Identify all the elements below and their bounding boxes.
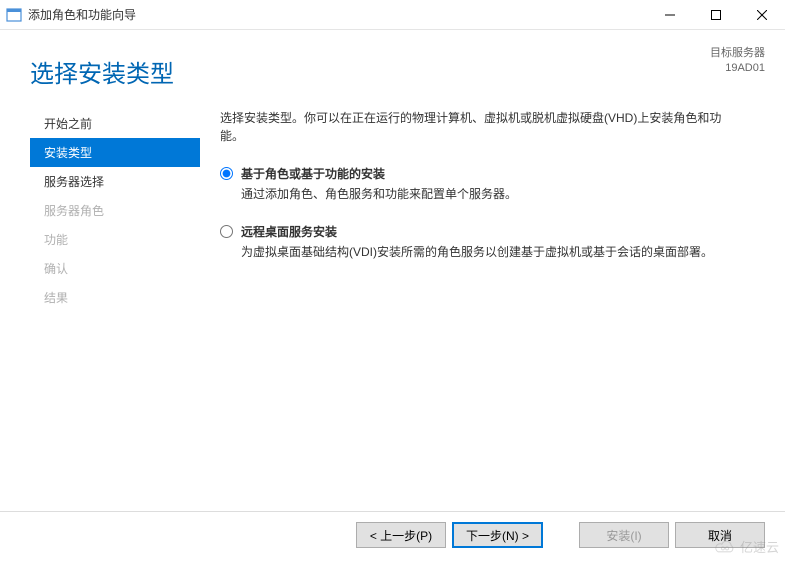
wizard-button-bar: < 上一步(P) 下一步(N) > 安装(I) 取消 <box>0 511 785 562</box>
window-title: 添加角色和功能向导 <box>28 6 647 23</box>
intro-text: 选择安装类型。你可以在正在运行的物理计算机、虚拟机或脱机虚拟硬盘(VHD)上安装… <box>220 109 745 145</box>
page-title: 选择安装类型 <box>30 54 174 89</box>
main-content: 选择安装类型。你可以在正在运行的物理计算机、虚拟机或脱机虚拟硬盘(VHD)上安装… <box>200 105 785 511</box>
app-icon <box>6 7 22 23</box>
option-rds-title: 远程桌面服务安装 <box>241 223 745 240</box>
maximize-button[interactable] <box>693 0 739 30</box>
target-server-info: 目标服务器 19AD01 <box>710 46 765 77</box>
minimize-button[interactable] <box>647 0 693 30</box>
wizard-header: 选择安装类型 目标服务器 19AD01 <box>0 30 785 105</box>
option-role-based-title: 基于角色或基于功能的安装 <box>241 165 745 182</box>
sidebar-item-server-roles: 服务器角色 <box>30 196 200 225</box>
option-rds-desc: 为虚拟桌面基础结构(VDI)安装所需的角色服务以创建基于虚拟机或基于会话的桌面部… <box>241 243 745 261</box>
wizard-steps-sidebar: 开始之前 安装类型 服务器选择 服务器角色 功能 确认 结果 <box>30 105 200 511</box>
next-button[interactable]: 下一步(N) > <box>452 522 543 548</box>
sidebar-item-confirmation: 确认 <box>30 254 200 283</box>
sidebar-item-features: 功能 <box>30 225 200 254</box>
sidebar-item-install-type[interactable]: 安装类型 <box>30 138 200 167</box>
target-server-value: 19AD01 <box>710 61 765 76</box>
sidebar-item-server-selection[interactable]: 服务器选择 <box>30 167 200 196</box>
radio-role-based[interactable] <box>220 167 233 180</box>
radio-rds[interactable] <box>220 225 233 238</box>
option-role-based-install[interactable]: 基于角色或基于功能的安装 通过添加角色、角色服务和功能来配置单个服务器。 <box>220 165 745 203</box>
option-role-based-desc: 通过添加角色、角色服务和功能来配置单个服务器。 <box>241 185 745 203</box>
titlebar: 添加角色和功能向导 <box>0 0 785 30</box>
close-button[interactable] <box>739 0 785 30</box>
previous-button[interactable]: < 上一步(P) <box>356 522 446 548</box>
cancel-button[interactable]: 取消 <box>675 522 765 548</box>
install-button: 安装(I) <box>579 522 669 548</box>
sidebar-item-before-begin[interactable]: 开始之前 <box>30 109 200 138</box>
sidebar-item-results: 结果 <box>30 283 200 312</box>
window-controls <box>647 0 785 29</box>
option-rds-install[interactable]: 远程桌面服务安装 为虚拟桌面基础结构(VDI)安装所需的角色服务以创建基于虚拟机… <box>220 223 745 261</box>
target-server-label: 目标服务器 <box>710 46 765 61</box>
